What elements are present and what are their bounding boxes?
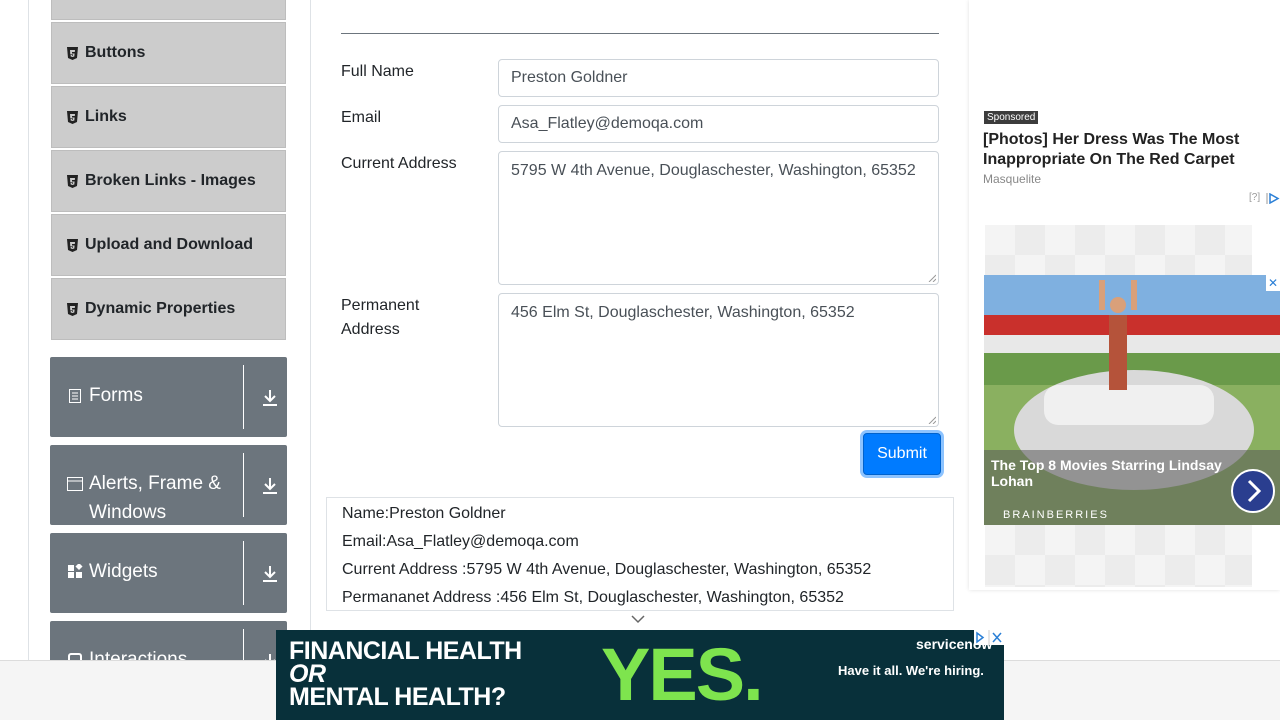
sidebar-item-dynamic-properties[interactable]: Dynamic Properties [51,278,286,340]
ad-next-button[interactable] [1231,469,1275,513]
adchoices-close-icon[interactable] [974,630,1004,645]
window-icon [67,469,83,498]
current-address-label: Current Address [341,155,457,172]
permanent-address-textarea[interactable]: 456 Elm St, Douglaschester, Washington, … [498,293,939,427]
form-icon [67,381,83,410]
group-label: Alerts, Frame & Windows [89,473,221,523]
resize-grip-icon[interactable] [928,274,936,282]
group-label: Forms [89,385,143,406]
email-value: Asa_Flatley@demoqa.com [511,115,704,132]
full-name-label: Full Name [341,63,414,80]
sidebar-group-widgets[interactable]: Widgets [50,533,287,613]
sidebar-item-links[interactable]: Links [51,86,286,148]
ad-headline-link[interactable]: [Photos] Her Dress Was The Most Inapprop… [983,130,1273,170]
permanent-address-label: Permanent Address [341,297,420,338]
adchoices-icon[interactable] [1266,193,1280,204]
current-address-textarea[interactable]: 5795 W 4th Avenue, Douglaschester, Washi… [498,151,939,285]
group-label: Widgets [89,561,158,582]
ad-caption-text[interactable]: The Top 8 Movies Starring Lindsay Lohan [991,457,1231,489]
email-label: Email [341,109,382,126]
group-divider [243,541,244,605]
email-input[interactable]: Asa_Flatley@demoqa.com [498,105,939,143]
widgets-icon [67,557,83,586]
output-email: Email:Asa_Flatley@demoqa.com [342,533,579,550]
resize-grip-icon[interactable] [928,416,936,424]
sidebar-item-buttons[interactable]: Buttons [51,22,286,84]
sidebar-item-previous[interactable] [51,0,286,20]
submit-button[interactable]: Submit [863,433,941,475]
html5-icon [66,46,78,60]
sidebar-group-alerts[interactable]: Alerts, Frame & Windows [50,445,287,525]
ad-close-button[interactable]: ✕ [1266,275,1280,291]
ad-brand: BRAINBERRIES [1003,509,1109,521]
ad-source: Masquelite [983,172,1042,186]
output-name: Name:Preston Goldner [342,505,506,522]
download-icon[interactable] [260,564,280,584]
output-current-address: Current Address :5795 W 4th Avenue, Doug… [342,561,872,578]
output-permanent-address: Permananet Address :456 Elm St, Douglasc… [342,589,844,606]
full-name-value: Preston Goldner [511,69,628,86]
sidebar-item-label: Buttons [85,44,146,61]
group-divider [243,453,244,517]
sidebar-item-upload-download[interactable]: Upload and Download [51,214,286,276]
sidebar-border-left [28,0,29,660]
group-divider [243,365,244,429]
bottom-ad-line3: MENTAL HEALTH? [289,683,506,711]
sidebar-border-right [310,0,311,660]
html5-icon [66,238,78,252]
sidebar-group-forms[interactable]: Forms [50,357,287,437]
download-icon[interactable] [260,388,280,408]
form-divider [341,33,939,34]
sidebar-item-label: Upload and Download [85,236,253,253]
bottom-ad-yes: YES. [601,633,764,716]
sponsored-badge: Sponsored [984,111,1039,124]
download-icon[interactable] [260,476,280,496]
bottom-ad-tagline: Have it all. We're hiring. [838,663,984,678]
ad-help-link[interactable]: [?] [1249,192,1260,203]
html5-icon [66,174,78,188]
current-address-value: 5795 W 4th Avenue, Douglaschester, Washi… [511,162,916,179]
sidebar-item-label: Links [85,108,127,125]
html5-icon [66,302,78,316]
chevron-right-icon [1247,479,1262,503]
permanent-address-value: 456 Elm St, Douglaschester, Washington, … [511,304,855,321]
bottom-ad-headline: FINANCIAL HEALTH OR MENTAL HEALTH? [289,639,522,711]
bottom-ad-banner[interactable]: FINANCIAL HEALTH OR MENTAL HEALTH? YES. … [276,630,1004,720]
chevron-down-icon[interactable] [630,612,646,626]
output-box: Name:Preston Goldner Email:Asa_Flatley@d… [326,497,954,611]
full-name-input[interactable]: Preston Goldner [498,59,939,97]
sidebar-item-label: Broken Links - Images [85,172,256,189]
page: Buttons Links Broken Links - Images Uplo… [0,0,1280,720]
html5-icon [66,110,78,124]
sidebar-item-broken-links[interactable]: Broken Links - Images [51,150,286,212]
sidebar-item-label: Dynamic Properties [85,300,236,317]
